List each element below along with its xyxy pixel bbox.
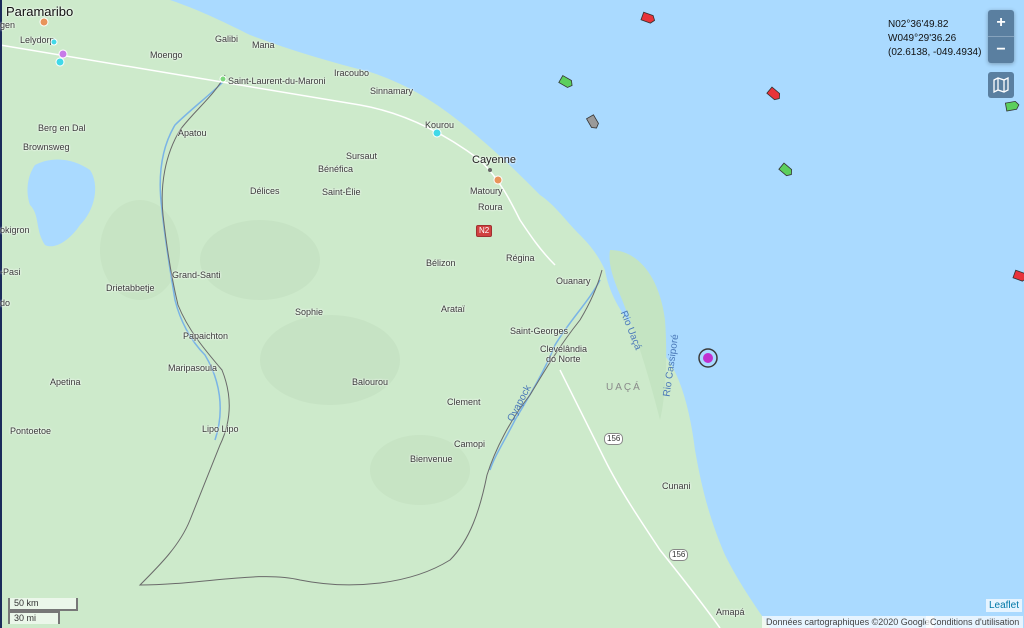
basemap[interactable]: [0, 0, 1024, 628]
latitude-readout: N02°36'49.82: [888, 19, 949, 30]
place-label: Matoury: [470, 186, 503, 196]
place-label: Amapá: [716, 607, 745, 617]
place-label: Arataï: [441, 304, 466, 314]
place-label: okigron: [0, 225, 30, 235]
scale-km: 50 km: [8, 598, 78, 611]
place-label: Roura: [478, 202, 503, 212]
place-label: Clement: [447, 397, 481, 407]
place-label: do: [0, 298, 11, 308]
place-label: Régina: [506, 253, 535, 263]
road-shield-156: 156: [669, 549, 689, 561]
place-label: Cunani: [662, 481, 691, 491]
place-label: Lipo Lipo: [202, 424, 239, 434]
map-layers-icon: [993, 77, 1009, 93]
relief-patch: [260, 315, 400, 405]
place-label: Kourou: [425, 120, 455, 130]
place-label: Cayenne: [472, 154, 517, 166]
scale-bar: 50 km 30 mi: [8, 598, 78, 624]
sidebar-edge: [0, 0, 2, 628]
place-label: Délices: [250, 186, 280, 196]
place-label: Pontoetoe: [10, 426, 52, 436]
place-label: -Pasi: [0, 267, 21, 277]
zoom-out-button[interactable]: −: [988, 36, 1014, 63]
road-shield-156: 156: [604, 433, 624, 445]
place-label: Drietabbetje: [106, 283, 155, 293]
place-label: Saint-Laurent-du-Maroni: [228, 76, 326, 86]
place-label: Saint-Élie: [322, 187, 361, 197]
decimal-readout: (02.6138, -049.4934): [888, 47, 982, 58]
longitude-readout: W049°29'36.26: [888, 33, 957, 44]
place-label: Sophie: [295, 307, 324, 317]
place-label: Grand-Santi: [172, 270, 221, 280]
place-label: Iracoubo: [334, 68, 370, 78]
place-label: Paramaribo: [6, 4, 74, 19]
scale-mi: 30 mi: [8, 611, 60, 624]
place-label: Brownsweg: [23, 142, 70, 152]
green-vessel-icon[interactable]: [1003, 97, 1022, 116]
place-label: Papaichton: [183, 331, 229, 341]
place-label: Bénéfica: [318, 164, 354, 174]
place-label: Galibi: [215, 34, 239, 44]
leaflet-link[interactable]: Leaflet: [985, 599, 1022, 612]
place-label: Apatou: [178, 128, 207, 138]
place-label: Clevelândia: [540, 344, 588, 354]
region-label: UAÇÁ: [606, 382, 642, 393]
place-label: Saint-Georges: [510, 326, 569, 336]
place-label: Moengo: [150, 50, 183, 60]
terms-link[interactable]: Conditions d'utilisation: [926, 616, 1024, 628]
relief-patch: [200, 220, 320, 300]
cursor-coordinates: N02°36'49.82 W049°29'36.26 (02.6138, -04…: [888, 18, 981, 60]
zoom-control: + −: [988, 10, 1014, 63]
place-label: Balourou: [352, 377, 389, 387]
map-layers-button[interactable]: [988, 72, 1014, 98]
map-data-attribution: Données cartographiques ©2020 Google: [762, 616, 934, 628]
selected-vessel-icon[interactable]: [696, 346, 720, 370]
place-label: Sursaut: [346, 151, 378, 161]
map-viewport[interactable]: Paramaribo gen Lelydorp Moengo Galibi Mana Sai…: [0, 0, 1024, 628]
place-label: Maripasoula: [168, 363, 218, 373]
place-label: Bienvenue: [410, 454, 453, 464]
place-label: gen: [0, 20, 16, 30]
road-shield-n2: N2: [476, 225, 493, 237]
zoom-in-button[interactable]: +: [988, 10, 1014, 36]
place-label: Bélizon: [426, 258, 456, 268]
place-label: Sinnamary: [370, 86, 414, 96]
place-label: Camopi: [454, 439, 486, 449]
place-label: Ouanary: [556, 276, 591, 286]
place-label: Lelydorp: [20, 35, 55, 45]
place-label: Mana: [252, 40, 275, 50]
place-label: Apetina: [50, 377, 81, 387]
place-label: Berg en Dal: [38, 123, 86, 133]
place-label: do Norte: [546, 354, 581, 364]
